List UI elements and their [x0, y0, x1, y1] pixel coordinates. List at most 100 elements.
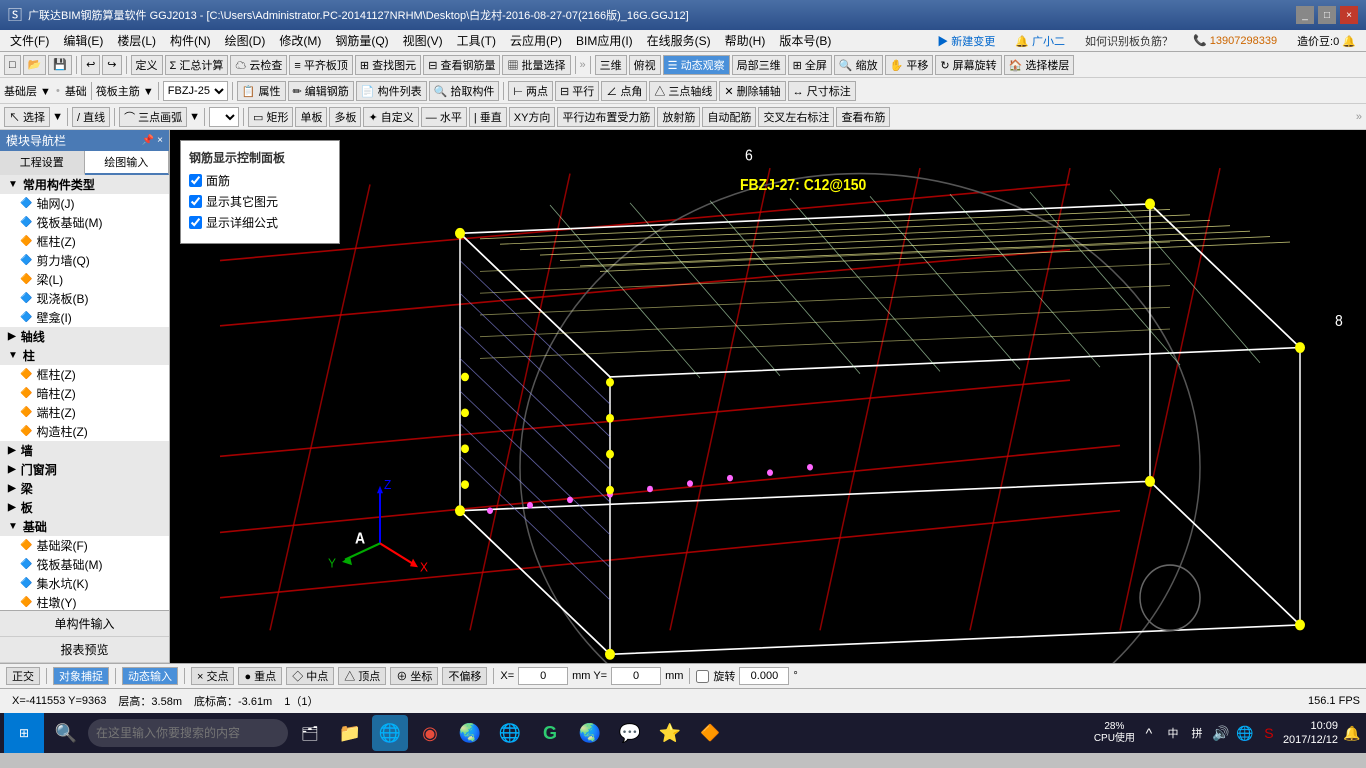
- tray-pinyin[interactable]: 拼: [1187, 723, 1207, 743]
- pick-component-btn[interactable]: 🔍 拾取构件: [429, 81, 500, 101]
- taskbar-search[interactable]: [88, 719, 288, 747]
- save-btn[interactable]: 💾: [48, 55, 72, 75]
- dynamic-input-btn[interactable]: 动态输入: [122, 667, 178, 685]
- auto-config-btn[interactable]: 自动配筋: [702, 107, 756, 127]
- new-btn[interactable]: □: [4, 55, 21, 75]
- tree-item[interactable]: 🔶柱墩(Y): [0, 593, 169, 610]
- drop-arrow[interactable]: ▼: [52, 111, 63, 123]
- tree-item[interactable]: ▼基础: [0, 517, 169, 536]
- start-button[interactable]: ⊞: [4, 713, 44, 753]
- menu-online[interactable]: 在线服务(S): [641, 30, 717, 51]
- taskbar-app-9[interactable]: ⭐: [652, 715, 688, 751]
- redo-btn[interactable]: ↪: [102, 55, 121, 75]
- define-btn[interactable]: 定义: [131, 55, 163, 75]
- coord-btn[interactable]: ⊕ 坐标: [390, 667, 438, 685]
- undo-btn[interactable]: ↩: [81, 55, 100, 75]
- line-tool-btn[interactable]: / 直线: [72, 107, 110, 127]
- properties-btn[interactable]: 📋 属性: [237, 81, 286, 101]
- y-input[interactable]: [611, 667, 661, 685]
- menu-floor[interactable]: 楼层(L): [111, 30, 162, 51]
- tray-volume[interactable]: 🔊: [1211, 723, 1231, 743]
- menu-bim[interactable]: BIM应用(I): [570, 30, 639, 51]
- menu-modify[interactable]: 修改(M): [273, 30, 327, 51]
- intersection-btn[interactable]: × 交点: [191, 667, 234, 685]
- tree-item[interactable]: 🔶构造柱(Z): [0, 422, 169, 441]
- menu-draw[interactable]: 绘图(D): [219, 30, 272, 51]
- taskbar-app-3[interactable]: ◉: [412, 715, 448, 751]
- rotate-input[interactable]: [739, 667, 789, 685]
- screen-rotate-btn[interactable]: ↻ 屏幕旋转: [935, 55, 1001, 75]
- new-change[interactable]: ▶ 新建变更: [931, 31, 1001, 51]
- report-preview-btn[interactable]: 报表预览: [0, 637, 169, 663]
- edit-rebar-btn[interactable]: ✏ 编辑钢筋: [288, 81, 354, 101]
- multi-board-btn[interactable]: 多板: [329, 107, 361, 127]
- rotate-check[interactable]: [696, 670, 709, 683]
- tree-item[interactable]: 🔷轴网(J): [0, 194, 169, 213]
- notification-btn[interactable]: 🔔: [1342, 723, 1362, 743]
- menu-view[interactable]: 视图(V): [397, 30, 449, 51]
- dynamic-observe-btn[interactable]: ☰ 动态观察: [663, 55, 730, 75]
- cloud-check-btn[interactable]: ☁ 云检查: [230, 55, 287, 75]
- tree-item[interactable]: ▶轴线: [0, 327, 169, 346]
- tree-item[interactable]: 🔷筏板基础(M): [0, 213, 169, 232]
- rebar-code-select[interactable]: FBZJ-25: [163, 81, 228, 101]
- clock[interactable]: 10:09 2017/12/12: [1283, 719, 1338, 748]
- menu-cloud[interactable]: 云应用(P): [504, 30, 568, 51]
- menu-version[interactable]: 版本号(B): [773, 30, 837, 51]
- point-angle-btn[interactable]: ∠ 点角: [601, 81, 647, 101]
- taskbar-app-2[interactable]: 🌐: [372, 715, 408, 751]
- shape-select[interactable]: [209, 107, 239, 127]
- tab-draw-input[interactable]: 绘图输入: [85, 151, 170, 175]
- drop-arrow2[interactable]: ▼: [189, 111, 200, 123]
- checkbox-show-formula[interactable]: 显示详细公式: [189, 214, 331, 231]
- tree-item[interactable]: 🔷现浇板(B): [0, 289, 169, 308]
- close-btn[interactable]: ×: [1340, 6, 1358, 24]
- tree-item[interactable]: 🔶框柱(Z): [0, 365, 169, 384]
- tree-item[interactable]: 🔶框柱(Z): [0, 232, 169, 251]
- parallel-edge-btn[interactable]: 平行边布置受力筋: [557, 107, 655, 127]
- face-rebar-check[interactable]: [189, 174, 202, 187]
- tree-item[interactable]: 🔷剪力墙(Q): [0, 251, 169, 270]
- key-point-btn[interactable]: ● 重点: [238, 667, 282, 685]
- parallel-btn[interactable]: ⊟ 平行: [555, 81, 599, 101]
- radial-btn[interactable]: 放射筋: [657, 107, 700, 127]
- ortho-btn[interactable]: 正交: [6, 667, 40, 685]
- taskbar-app-7[interactable]: 🌏: [572, 715, 608, 751]
- no-offset-btn[interactable]: 不偏移: [442, 667, 487, 685]
- single-board-btn[interactable]: 单板: [295, 107, 327, 127]
- vertical-btn[interactable]: | 垂直: [469, 107, 507, 127]
- panel-pin[interactable]: 📌 ×: [142, 135, 163, 146]
- menu-file[interactable]: 文件(F): [4, 30, 55, 51]
- tree-item[interactable]: 🔶暗柱(Z): [0, 384, 169, 403]
- tree-item[interactable]: 🔶端柱(Z): [0, 403, 169, 422]
- menu-rebar-qty[interactable]: 钢筋量(Q): [329, 30, 394, 51]
- taskbar-app-8[interactable]: 💬: [612, 715, 648, 751]
- taskbar-app-4[interactable]: 🌏: [452, 715, 488, 751]
- select-floor-btn[interactable]: 🏠 选择楼层: [1004, 55, 1075, 75]
- guang-xiao-er[interactable]: 🔔 广小二: [1009, 31, 1071, 51]
- menu-tools[interactable]: 工具(T): [451, 30, 502, 51]
- align-top-btn[interactable]: ≡ 平齐板顶: [289, 55, 352, 75]
- zoom-btn[interactable]: 🔍 缩放: [834, 55, 883, 75]
- xy-dir-btn[interactable]: XY方向: [509, 107, 556, 127]
- maximize-btn[interactable]: □: [1318, 6, 1336, 24]
- view-rebar-btn[interactable]: ⊟ 查看钢筋量: [423, 55, 500, 75]
- custom-btn[interactable]: ✦ 自定义: [363, 107, 418, 127]
- tree-item[interactable]: 🔷集水坑(K): [0, 574, 169, 593]
- tree-item[interactable]: ▶墙: [0, 441, 169, 460]
- select-tool-btn[interactable]: ↖ 选择: [4, 107, 50, 127]
- tree-item[interactable]: 🔷壁龛(I): [0, 308, 169, 327]
- taskbar-app-1[interactable]: 📁: [332, 715, 368, 751]
- tree-item[interactable]: ▶板: [0, 498, 169, 517]
- menu-edit[interactable]: 编辑(E): [57, 30, 109, 51]
- tree-item[interactable]: 🔷筏板基础(M): [0, 555, 169, 574]
- tray-network[interactable]: 🌐: [1235, 723, 1255, 743]
- two-point-btn[interactable]: ⊢ 两点: [508, 81, 553, 101]
- tab-project-settings[interactable]: 工程设置: [0, 151, 85, 175]
- endpoint-btn[interactable]: △ 顶点: [338, 667, 386, 685]
- top-view-btn[interactable]: 俯视: [629, 55, 661, 75]
- open-btn[interactable]: 📂: [23, 55, 47, 75]
- horizontal-btn[interactable]: — 水平: [421, 107, 467, 127]
- view-layout-btn[interactable]: 查看布筋: [836, 107, 890, 127]
- taskbar-app-10[interactable]: 🔶: [692, 715, 728, 751]
